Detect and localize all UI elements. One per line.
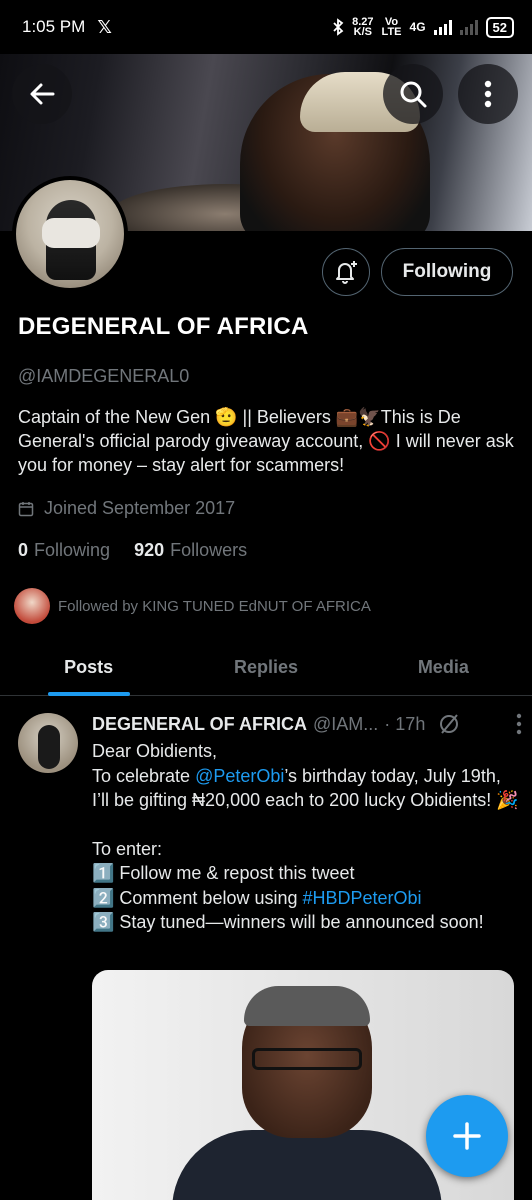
network-type: 4G [409,20,426,34]
profile-avatar[interactable] [12,176,128,292]
signal-strength-icon [433,19,452,35]
tweet-author-name[interactable]: DEGENERAL OF AFRICA [92,714,307,735]
follower-avatar [14,588,50,624]
tweet-header: DEGENERAL OF AFRICA @IAM... · 17h [92,712,522,736]
grok-icon[interactable] [437,712,461,736]
joined-date: Joined September 2017 [18,498,235,519]
network-speed: 8.27 K/S [352,16,374,38]
profile-name: DEGENERAL OF AFRICA [18,313,309,340]
notification-bell-plus-icon [336,261,357,284]
joined-text: Joined September 2017 [44,498,236,518]
status-bar: 1:05 PM 𝕏 8.27 K/S Vo LTE 4G 52 [0,0,532,54]
notifications-button[interactable] [322,248,370,296]
following-count-link[interactable]: 0 Following [18,540,110,561]
following-button[interactable]: Following [381,248,513,296]
profile-handle: @IAMDEGENERAL0 [18,366,190,386]
tweet-time[interactable]: · 17h [384,714,425,735]
profile-tabs: Posts Replies Media [0,640,532,696]
plus-icon [453,1122,481,1150]
followers-count-link[interactable]: 920 Followers [134,540,247,561]
more-options-button[interactable] [458,64,518,124]
tweet-text: Dear Obidients, To celebrate @PeterObi’s… [92,741,519,932]
signal-strength-2-icon [459,19,478,35]
tab-replies[interactable]: Replies [177,640,354,695]
calendar-icon [18,501,34,516]
tweet-more-icon[interactable] [516,713,522,735]
tweet-author-handle[interactable]: @IAM... [313,714,378,735]
followed-by-text: Followed by KING TUNED EdNUT OF AFRICA [58,597,371,615]
search-icon [400,81,427,108]
tab-media[interactable]: Media [355,640,532,695]
followed-by[interactable]: Followed by KING TUNED EdNUT OF AFRICA [14,588,371,624]
x-app-icon: 𝕏 [97,16,112,37]
search-button[interactable] [383,64,443,124]
follow-counts: 0 Following 920 Followers [18,540,247,561]
mention-link[interactable]: @PeterObi [195,766,284,786]
tab-posts[interactable]: Posts [0,640,177,695]
back-button[interactable] [12,64,72,124]
battery-icon: 52 [485,16,514,38]
compose-button[interactable] [426,1095,508,1177]
status-icons: 8.27 K/S Vo LTE 4G 52 [332,16,514,38]
hashtag-link[interactable]: #HBDPeterObi [303,888,422,908]
bluetooth-icon [333,18,344,36]
status-time: 1:05 PM [22,17,86,36]
back-arrow-icon [30,83,55,105]
profile-bio: Captain of the New Gen 🫡 || Believers 💼🦅… [18,407,514,475]
more-vertical-icon [484,80,492,108]
tweet-avatar[interactable] [18,713,78,773]
volte-indicator: Vo LTE [381,16,402,38]
